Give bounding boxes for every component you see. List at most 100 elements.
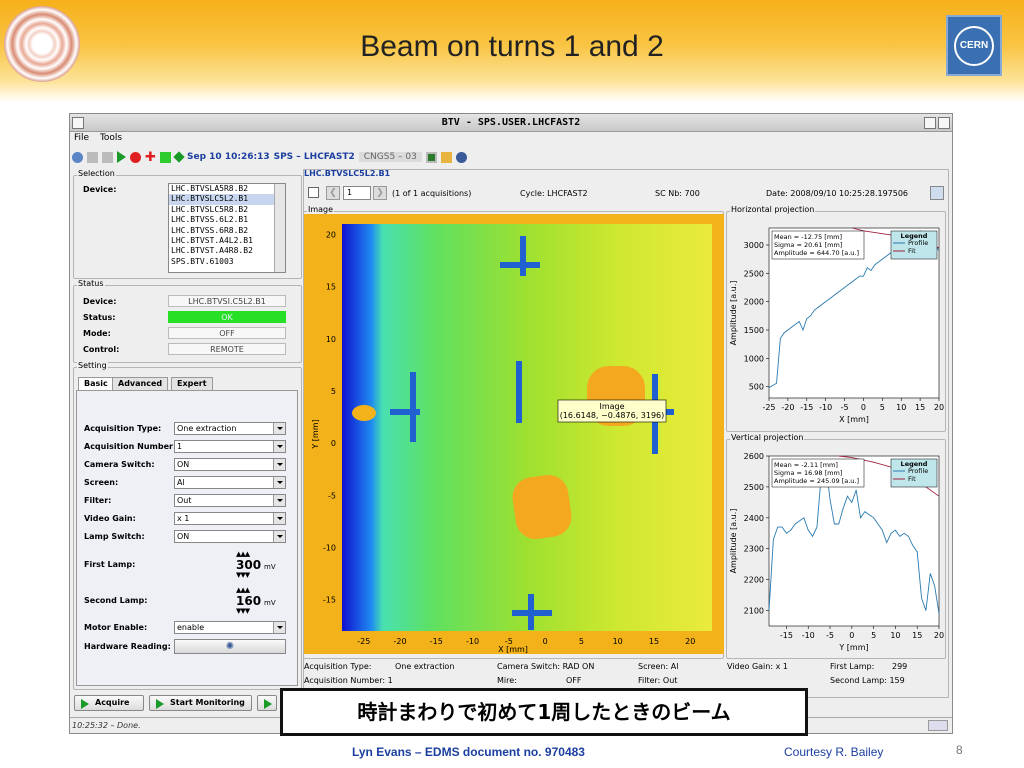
status-square-icon [160,151,171,163]
first-lamp-down-icon[interactable]: ▼▼▼ [236,571,250,579]
xaxis-label: X [mm] [839,415,869,424]
stop-icon[interactable] [130,151,141,163]
chevron-down-icon[interactable] [273,622,285,633]
stat-mean: Mean = -2.11 [mm] [774,461,838,469]
window-titlebar: BTV - SPS.USER.LHCFAST2 [70,114,952,132]
chevron-down-icon[interactable] [273,441,285,452]
image-ytick: 15 [326,283,336,292]
hproj-group-label: Horizontal projection [730,205,816,214]
window-menu-button[interactable] [72,117,84,129]
image-xtick: -15 [430,637,443,646]
play-icon[interactable] [117,151,126,163]
footer-center: Lyn Evans – EDMS document no. 970483 [352,745,585,759]
tab-expert[interactable]: Expert [171,377,213,390]
motor-enable-select[interactable]: enable [174,621,286,634]
xtick-label: -25 [762,403,775,412]
settings-icon: ✺ [225,641,235,652]
info-acq-type-value: One extraction [395,662,455,671]
start-monitoring-button[interactable]: Start Monitoring [149,695,252,711]
menu-file[interactable]: File [74,133,89,143]
list-item[interactable]: LHC.BTVSS.6R8.B2 [169,226,285,236]
acq-number-select[interactable]: 1 [174,440,286,453]
list-item[interactable]: LHC.BTVST.A4L2.B1 [169,236,285,246]
device-list[interactable]: LHC.BTVSLA5R8.B2 LHC.BTVSLC5L2.B1 LHC.BT… [168,183,286,273]
info-acq-type: Acquisition Type: [304,662,372,671]
step-forward-icon[interactable] [102,151,113,163]
second-lamp-down-icon[interactable]: ▼▼▼ [236,607,250,615]
list-item[interactable]: SPS.BTV.61003 [169,257,285,267]
image-ytick: -15 [323,596,336,605]
chevron-down-icon[interactable] [273,459,285,470]
image-ylabel: Y [mm] [311,419,320,449]
vertical-projection-chart[interactable]: 2600 2500 2400 2300 2200 2100 -15 -10 -5 0 5 10 15 20… [727,446,945,657]
chevron-down-icon[interactable] [273,531,285,542]
stat-amplitude: Amplitude = 245.09 [a.u.] [774,477,859,485]
second-lamp-up-icon[interactable]: ▲▲▲ [236,586,250,594]
prev-acq-button[interactable]: ❮ [326,186,340,200]
xtick-label: -10 [802,631,815,640]
yaxis-label: Amplitude [a.u.] [729,281,738,346]
refresh-icon[interactable] [72,151,83,163]
list-item[interactable]: LHC.BTVSS.6L2.B1 [169,215,285,225]
xtick-label: 0 [849,631,854,640]
tab-basic[interactable]: Basic [78,377,114,390]
chevron-down-icon[interactable] [273,495,285,506]
acq-type-select[interactable]: One extraction [174,422,286,435]
maximize-button[interactable] [938,117,950,129]
screen-mark [500,262,540,268]
filter-select[interactable]: Out [174,494,286,507]
list-item[interactable]: LHC.BTVSLC5R8.B2 [169,205,285,215]
step-back-icon[interactable] [87,151,98,163]
btv-window: BTV - SPS.USER.LHCFAST2 File Tools ✚ Sep… [69,113,953,734]
chart-options-icon[interactable] [930,186,944,200]
xtick-label: 15 [912,631,922,640]
horizontal-projection-chart[interactable]: 3000 2500 2000 1500 1000 500 -25 -20 -15 -10 -5 0 5 1… [727,218,945,430]
xtick-label: -5 [826,631,834,640]
image-xtick: -10 [466,637,479,646]
image-plot[interactable]: Image (16.6148, −0.4876, 3196) 20 15 10 5 0 -… [304,214,724,654]
list-item[interactable]: LHC.BTVSLC5L2.B1 [169,194,285,205]
plus-icon[interactable]: ✚ [145,151,156,164]
video-gain-value: x 1 [177,514,190,523]
ytick-label: 2500 [744,483,764,492]
motor-enable-value: enable [177,623,205,632]
xtick-label: 0 [861,403,866,412]
screen-label: Screen: [84,478,119,487]
screen-select[interactable]: Al [174,476,286,489]
image-ytick: 10 [326,335,336,344]
device-list-scrollbar[interactable] [274,184,285,272]
screen-mark [528,594,534,630]
screen-value: Al [177,478,185,487]
chevron-down-icon[interactable] [273,477,285,488]
xaxis-label: Y [mm] [838,643,868,652]
ytick-label: 2400 [744,514,764,523]
settings-icon[interactable] [455,151,467,163]
menu-tools[interactable]: Tools [100,133,122,143]
first-lamp-up-icon[interactable]: ▲▲▲ [236,550,250,558]
list-item[interactable]: LHC.BTVSLA5R8.B2 [169,184,285,194]
minimize-button[interactable] [924,117,936,129]
list-item[interactable]: LHC.BTVST.A4R8.B2 [169,246,285,256]
hw-reading-label: Hardware Reading: [84,642,171,651]
cycle-label: Cycle: LHCFAST2 [520,189,588,198]
save-icon[interactable] [308,187,319,198]
tab-advanced[interactable]: Advanced [112,377,169,390]
device-panel-tab[interactable]: LHC.BTVSLC5L2.B1 [304,169,390,178]
acq-index-select[interactable]: 1 [343,186,371,200]
power-icon[interactable] [425,151,437,163]
video-gain-select[interactable]: x 1 [174,512,286,525]
stop-monitoring-button[interactable] [257,695,277,711]
camera-switch-select[interactable]: ON [174,458,286,471]
acquire-button[interactable]: Acquire [74,695,144,711]
chevron-down-icon[interactable] [273,423,285,434]
lamp-switch-select[interactable]: ON [174,530,286,543]
acq-number-value: 1 [177,442,183,451]
hw-reading-button[interactable]: ✺ [174,639,286,654]
xtick-label: 15 [915,403,925,412]
image-xtick: -25 [357,637,370,646]
folder-icon[interactable] [440,151,452,163]
legend-entry: Fit [908,247,916,255]
chevron-down-icon[interactable] [273,513,285,524]
next-acq-button[interactable]: ❯ [373,186,387,200]
ytick-label: 2100 [744,607,764,616]
